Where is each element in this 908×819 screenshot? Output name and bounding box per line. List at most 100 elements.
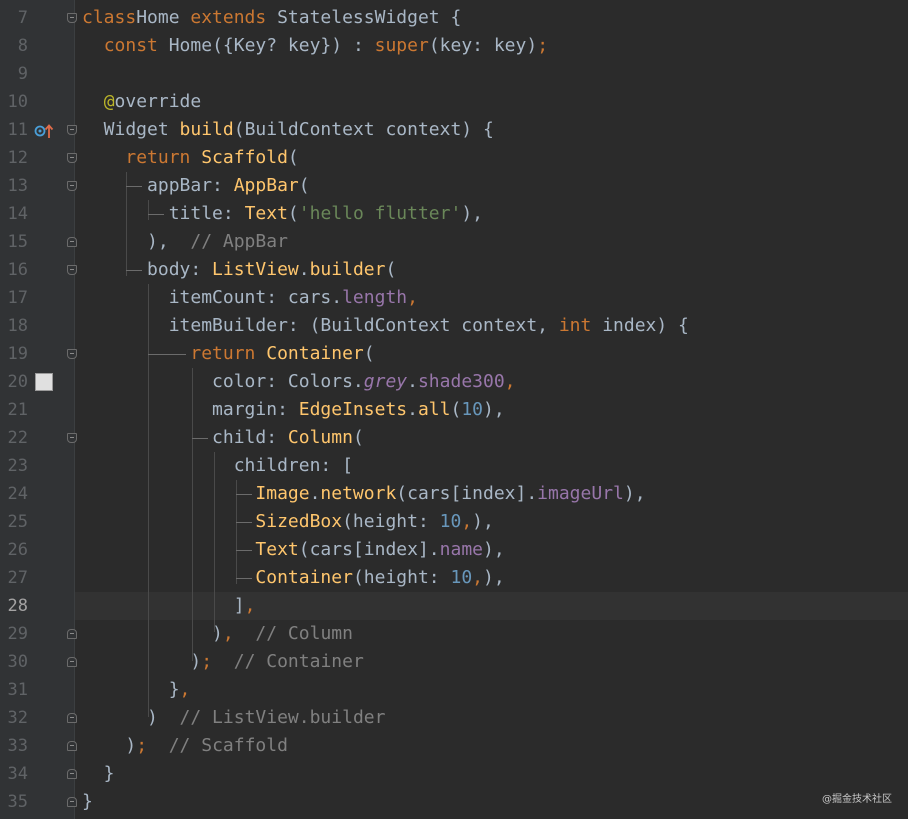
code-token: , <box>244 595 256 616</box>
code-text: ], <box>82 592 256 620</box>
code-line[interactable]: 15 ), // AppBar <box>0 228 908 256</box>
code-line[interactable]: 27 Container(height: 10,), <box>0 564 908 592</box>
code-token: // Column <box>255 623 353 644</box>
code-line[interactable]: 12 return Scaffold( <box>0 144 908 172</box>
code-line[interactable]: 22 child: Column( <box>0 424 908 452</box>
line-number: 19 <box>7 344 28 364</box>
code-line[interactable]: 26 Text(cars[index].name), <box>0 536 908 564</box>
code-text: SizedBox(height: 10,), <box>82 508 493 536</box>
code-line[interactable]: 19 return Container( <box>0 340 908 368</box>
code-token: override <box>114 91 202 112</box>
code-token: ; <box>201 651 213 672</box>
code-token: ListView <box>212 259 299 280</box>
line-number: 12 <box>7 148 28 168</box>
code-line[interactable]: 11 Widget build(BuildContext context) { <box>0 116 908 144</box>
code-token: , <box>179 679 191 700</box>
code-line[interactable]: 34 } <box>0 760 908 788</box>
code-line[interactable]: 35} <box>0 788 908 816</box>
code-token: itemCount: cars. <box>82 287 343 308</box>
code-token: name <box>439 539 483 560</box>
code-line[interactable]: 21 margin: EdgeInsets.all(10), <box>0 396 908 424</box>
code-text: ); // Container <box>82 648 363 676</box>
code-token: ) <box>82 735 137 756</box>
code-token: ), <box>483 399 505 420</box>
line-number: 8 <box>17 36 28 56</box>
code-token: ), <box>461 203 484 224</box>
code-token: build <box>179 119 234 140</box>
code-token: length <box>342 287 408 308</box>
code-token: return <box>190 343 267 364</box>
code-token: ) <box>82 707 180 728</box>
code-text: Text(cars[index].name), <box>82 536 505 564</box>
code-text: Widget build(BuildContext context) { <box>82 116 494 144</box>
code-text: child: Column( <box>82 424 364 452</box>
code-token: Text <box>255 539 299 560</box>
code-line[interactable]: 14 title: Text('hello flutter'), <box>0 200 908 228</box>
code-token: Home <box>136 7 191 28</box>
code-line[interactable]: 23 children: [ <box>0 452 908 480</box>
code-text: } <box>82 788 93 816</box>
code-text: return Scaffold( <box>82 144 298 172</box>
code-text: } <box>82 760 115 788</box>
code-token: class <box>82 7 137 28</box>
code-token: ( <box>352 427 364 448</box>
code-token: margin: <box>82 399 299 420</box>
code-token: ( <box>298 175 310 196</box>
line-number: 11 <box>7 120 28 140</box>
code-editor[interactable]: 7 classHome extends StatelessWidget {8 co… <box>0 0 908 819</box>
code-line[interactable]: 10 @override <box>0 88 908 116</box>
code-text: title: Text('hello flutter'), <box>82 200 483 228</box>
line-number: 7 <box>17 8 28 28</box>
code-token: (BuildContext context) { <box>233 119 494 140</box>
code-line[interactable]: 29 ), // Column <box>0 620 908 648</box>
code-line[interactable]: 8 const Home({Key? key}) : super(key: ke… <box>0 32 908 60</box>
code-token: , <box>407 287 418 308</box>
line-number: 34 <box>7 764 28 784</box>
code-token: const <box>103 35 169 56</box>
code-line[interactable]: 31 }, <box>0 676 908 704</box>
code-token: , <box>472 567 484 588</box>
code-text: ), // AppBar <box>82 228 288 256</box>
code-line[interactable]: 24 Image.network(cars[index].imageUrl), <box>0 480 908 508</box>
code-token: . <box>407 399 418 420</box>
code-token: Home({Key? key}) : <box>168 35 375 56</box>
code-line[interactable]: 18 itemBuilder: (BuildContext context, i… <box>0 312 908 340</box>
code-token: (cars[index]. <box>396 483 538 504</box>
line-number: 13 <box>7 176 28 196</box>
code-line[interactable]: 30 ); // Container <box>0 648 908 676</box>
code-token: (height: <box>352 567 451 588</box>
line-number: 22 <box>7 428 28 448</box>
code-text: color: Colors.grey.shade300, <box>82 368 515 396</box>
code-token: 'hello flutter' <box>298 203 462 224</box>
code-token: super <box>374 35 429 56</box>
code-line[interactable]: 9 <box>0 60 908 88</box>
code-line[interactable]: 20 color: Colors.grey.shade300, <box>0 368 908 396</box>
code-token: title: <box>82 203 245 224</box>
code-token: . <box>309 483 321 504</box>
code-line[interactable]: 17 itemCount: cars.length, <box>0 284 908 312</box>
code-text: appBar: AppBar( <box>82 172 310 200</box>
code-line[interactable]: 33 ); // Scaffold <box>0 732 908 760</box>
code-token: ), <box>483 539 505 560</box>
code-line[interactable]: 13 appBar: AppBar( <box>0 172 908 200</box>
code-token: // AppBar <box>190 231 288 252</box>
code-line[interactable]: 32 ) // ListView.builder <box>0 704 908 732</box>
code-token: } <box>82 791 93 812</box>
code-token: 10 <box>439 511 462 532</box>
code-line[interactable]: 7 classHome extends StatelessWidget { <box>0 4 908 32</box>
code-token: (key: key) <box>428 35 538 56</box>
code-token: color: Colors. <box>82 371 364 392</box>
line-number: 15 <box>7 232 28 252</box>
code-line[interactable]: 28 ], <box>0 592 908 620</box>
code-token: StatelessWidget { <box>277 7 462 28</box>
code-token: } <box>82 679 180 700</box>
code-line[interactable]: 16 body: ListView.builder( <box>0 256 908 284</box>
code-line[interactable]: 25 SizedBox(height: 10,), <box>0 508 908 536</box>
code-text: classHome extends StatelessWidget { <box>82 4 461 32</box>
